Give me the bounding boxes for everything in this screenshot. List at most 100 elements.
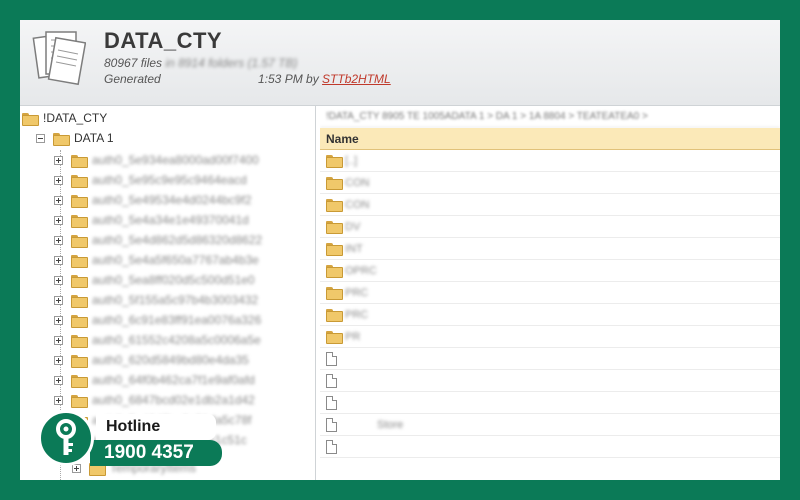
file-stats: 80967 files in 8914 folders (1.57 TB) <box>104 56 297 70</box>
folder-row-label: PRC <box>345 308 369 321</box>
expand-icon[interactable] <box>54 375 63 385</box>
file-row[interactable] <box>320 392 780 414</box>
folder-icon <box>326 155 343 168</box>
folder-row[interactable]: CON <box>320 194 780 216</box>
tree-item-label: auth0_61552c4208a5c0006a5e <box>92 333 261 347</box>
expand-icon[interactable] <box>54 335 63 345</box>
folder-row-label: CON <box>345 176 370 189</box>
expand-icon[interactable] <box>54 315 63 325</box>
folder-row[interactable]: PR <box>320 326 780 348</box>
expand-icon[interactable] <box>54 255 63 265</box>
file-icon <box>326 417 337 432</box>
tree-node-label: DATA 1 <box>74 131 114 145</box>
folder-icon <box>326 199 343 212</box>
folder-icon <box>71 314 88 328</box>
tree-item-label: auth0_64f0b462ca7f1e9af0afd <box>92 373 255 387</box>
tree-item[interactable]: auth0_61552c4208a5c0006a5e <box>54 330 261 350</box>
expand-icon[interactable] <box>54 355 63 365</box>
file-row[interactable]: Store <box>320 414 780 436</box>
folder-icon <box>326 287 343 300</box>
folder-row[interactable]: PRC <box>320 304 780 326</box>
file-row[interactable] <box>320 348 780 370</box>
files-count: 80967 files <box>104 56 163 70</box>
generated-info: Generated 1:53 PM by STTb2HTML <box>104 72 504 86</box>
folder-row[interactable]: [..] <box>320 150 780 172</box>
tree-item[interactable]: auth0_6847bcd02e1db2a1d42 <box>54 390 255 410</box>
tree-root-label: !DATA_CTY <box>43 111 108 125</box>
tree-item-label: auth0_5e95c9e95c9464eacd <box>92 173 247 187</box>
tree-item[interactable]: auth0_5e95c9e95c9464eacd <box>54 170 247 190</box>
folder-icon <box>326 265 343 278</box>
folder-icon <box>326 331 343 344</box>
tree-item[interactable]: auth0_5e4a5f650a7767ab4b3e <box>54 250 259 270</box>
folder-row[interactable]: OPRC <box>320 260 780 282</box>
folder-open-icon <box>22 112 39 126</box>
folder-row[interactable]: DV <box>320 216 780 238</box>
expand-icon[interactable] <box>54 295 63 305</box>
tree-item[interactable]: auth0_64f0b462ca7f1e9af0afd <box>54 370 255 390</box>
report-header: DATA_CTY 80967 files in 8914 folders (1.… <box>20 20 780 106</box>
key-icon <box>56 419 76 455</box>
file-row[interactable] <box>320 370 780 392</box>
tree-item[interactable]: auth0_5e934ea8000ad00f7400 <box>54 150 259 170</box>
folder-row-label: DV <box>345 220 361 233</box>
tree-item[interactable]: auth0_5ea8ff020d5c500d51e0 <box>54 270 255 290</box>
expand-icon[interactable] <box>54 275 63 285</box>
folder-icon <box>71 194 88 208</box>
folder-row-label: CON <box>345 198 370 211</box>
tree-root[interactable]: !DATA_CTY <box>22 108 107 128</box>
collapse-icon[interactable] <box>36 133 45 143</box>
tree-item[interactable]: auth0_5e49534e4d0244bc9f2 <box>54 190 252 210</box>
folder-icon <box>71 174 88 188</box>
folder-row[interactable]: PRC <box>320 282 780 304</box>
folder-row[interactable]: INT <box>320 238 780 260</box>
tree-item-label: auth0_5e49534e4d0244bc9f2 <box>92 193 252 207</box>
tree-item[interactable]: auth0_5e4d862d5d86320d8622 <box>54 230 262 250</box>
folder-row-label: [..] <box>345 154 358 167</box>
hotline-badge[interactable]: Hotline 1900 4357 <box>38 410 222 468</box>
expand-icon[interactable] <box>54 215 63 225</box>
time-text: 1:53 PM by <box>258 72 319 86</box>
file-listing: !DATA_CTY 8905 TE 1005ADATA 1 > DA 1 > 1… <box>320 106 780 480</box>
tree-item[interactable]: auth0_620d5849bd80e4da35 <box>54 350 249 370</box>
tree-item[interactable]: auth0_6c91e83ff91ea0076a326 <box>54 310 261 330</box>
expand-icon[interactable] <box>54 175 63 185</box>
expand-icon[interactable] <box>54 395 63 405</box>
folder-icon <box>71 214 88 228</box>
breadcrumb: !DATA_CTY 8905 TE 1005ADATA 1 > DA 1 > 1… <box>320 106 780 128</box>
tree-item[interactable]: auth0_5e4a34e1e49370041d <box>54 210 249 230</box>
expand-icon[interactable] <box>54 235 63 245</box>
report-title: DATA_CTY <box>104 28 223 53</box>
expand-icon[interactable] <box>54 155 63 165</box>
folder-icon <box>326 243 343 256</box>
folder-icon <box>71 294 88 308</box>
folder-row[interactable]: CON <box>320 172 780 194</box>
tree-item-label: auth0_5e4a34e1e49370041d <box>92 213 249 227</box>
folder-icon <box>71 394 88 408</box>
folder-icon <box>71 334 88 348</box>
folder-icon <box>71 154 88 168</box>
file-icon <box>326 351 337 366</box>
folder-row-label: PRC <box>345 286 369 299</box>
file-icon <box>326 395 337 410</box>
hotline-circle <box>38 410 94 466</box>
folder-icon <box>71 354 88 368</box>
hotline-number: 1900 4357 <box>90 440 222 466</box>
generator-link[interactable]: STTb2HTML <box>322 72 391 86</box>
expand-icon[interactable] <box>54 195 63 205</box>
file-row-label: Store <box>377 418 404 431</box>
tree-item-label: auth0_6c91e83ff91ea0076a326 <box>92 313 262 327</box>
folder-row-label: OPRC <box>345 264 377 277</box>
folder-icon <box>326 221 343 234</box>
tree-node-data1[interactable]: DATA 1 <box>36 128 114 148</box>
tree-item-label: auth0_5e4a5f650a7767ab4b3e <box>92 253 259 267</box>
file-row[interactable] <box>320 436 780 458</box>
folder-icon <box>326 309 343 322</box>
folder-row-label: INT <box>345 242 363 255</box>
column-header-name[interactable]: Name <box>320 128 780 150</box>
folder-icon <box>71 234 88 248</box>
folder-icon <box>71 274 88 288</box>
tree-item-label: auth0_5e4d862d5d86320d8622 <box>92 233 263 247</box>
tree-item[interactable]: auth0_5f155a5c97b4b3003432 <box>54 290 258 310</box>
folder-icon <box>326 177 343 190</box>
